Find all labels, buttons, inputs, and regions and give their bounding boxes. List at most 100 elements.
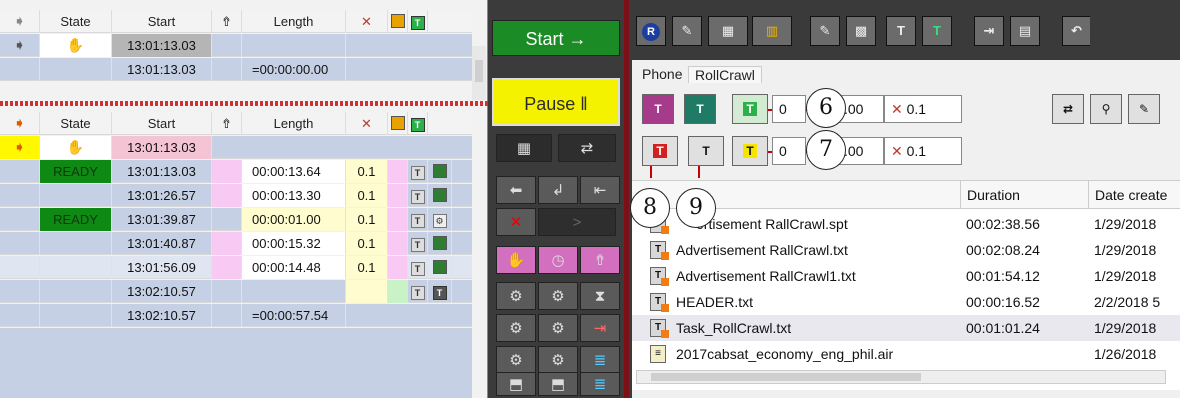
table-row[interactable]: 13:01:56.09 00:00:14.48 0.1 T: [0, 256, 472, 279]
state-header[interactable]: State: [40, 10, 112, 33]
tab-phone[interactable]: Phone: [642, 66, 682, 82]
table-row[interactable]: 13:02:10.57 T T: [0, 280, 472, 303]
return-icon[interactable]: ↲: [538, 176, 578, 204]
speed-field[interactable]: ✕ 0.1: [884, 137, 962, 165]
callout-7: 7: [806, 130, 846, 170]
crossfade-icon: ✕: [346, 10, 388, 33]
file-duration: 00:01:54.12: [966, 268, 1040, 284]
delete-icon[interactable]: ✕: [496, 208, 536, 236]
sequence-icon[interactable]: ≣: [580, 372, 620, 396]
tab-rollcrawl[interactable]: RollCrawl: [688, 66, 762, 83]
edit-page-icon[interactable]: ✎: [810, 16, 840, 46]
template-1-icon[interactable]: ⚙: [496, 282, 536, 310]
file-date: 1/26/2018: [1094, 346, 1157, 362]
duration-column-header[interactable]: Duration: [960, 181, 1020, 209]
clock-icon[interactable]: ◷: [538, 246, 578, 274]
start-cell: 13:01:39.87: [112, 208, 212, 231]
file-date: 1/29/2018: [1094, 216, 1157, 232]
template-2-icon[interactable]: ⚙: [538, 282, 578, 310]
text-toggle-icon[interactable]: T: [408, 280, 428, 303]
template-6-icon[interactable]: ⚙: [538, 346, 578, 374]
ticker-icon[interactable]: ▥: [752, 16, 792, 46]
crossfade-icon: ✕: [346, 112, 388, 135]
start-header[interactable]: Start: [112, 10, 212, 33]
table-row[interactable]: 13:01:13.03 =00:00:00.00: [0, 58, 472, 81]
skip-back-icon[interactable]: ⇤: [580, 176, 620, 204]
swap-button[interactable]: ⇄: [1052, 94, 1084, 124]
table-row[interactable]: READY 13:01:39.87 00:00:01.00 0.1 T ⚙: [0, 208, 472, 231]
graphics-1-icon[interactable]: ⬒: [496, 372, 536, 396]
state-header[interactable]: State: [40, 112, 112, 135]
text-file-icon: T: [650, 319, 669, 338]
text-layer-button[interactable]: T: [642, 94, 674, 124]
forward-icon[interactable]: >: [538, 208, 616, 236]
top-grid-scrollbar[interactable]: [472, 46, 486, 100]
edit-icon[interactable]: ✎: [672, 16, 702, 46]
speed-field[interactable]: ✕ 0.1: [884, 95, 962, 123]
start-cell: 13:01:13.03: [112, 34, 212, 57]
length-header[interactable]: Length: [242, 112, 346, 135]
date-column-header[interactable]: Date create: [1088, 181, 1180, 209]
file-name: Task_RollCrawl.txt: [676, 320, 792, 336]
filmstrip-icon[interactable]: ▦: [708, 16, 748, 46]
text-template-icon[interactable]: T: [922, 16, 952, 46]
exit-icon[interactable]: ⇥: [580, 314, 620, 342]
table-row[interactable]: 13:01:40.87 00:00:15.32 0.1 T: [0, 232, 472, 255]
table-row[interactable]: 13:01:26.57 00:00:13.30 0.1 T: [0, 184, 472, 207]
green-block-icon: [388, 10, 408, 33]
sequence-5-icon[interactable]: ≣: [580, 346, 620, 374]
pause-button[interactable]: Pause ‖: [492, 78, 620, 126]
film-strip-icon[interactable]: ▦: [496, 134, 552, 162]
clip-icon[interactable]: ▩: [846, 16, 876, 46]
text-page-icon[interactable]: T: [886, 16, 916, 46]
grid-splitter[interactable]: [0, 101, 488, 106]
table-row[interactable]: READY 13:01:13.03 00:00:13.64 0.1 T: [0, 160, 472, 183]
text-toggle-icon[interactable]: T: [408, 160, 428, 183]
stop-crawl-button[interactable]: T: [642, 136, 678, 166]
table-row[interactable]: 13:02:10.57 =00:00:57.54: [0, 304, 472, 327]
template-4-icon[interactable]: ⚙: [538, 314, 578, 342]
table-row[interactable]: ➧ ✋ 13:01:13.03: [0, 34, 472, 57]
template-5-icon[interactable]: ⚙: [496, 346, 536, 374]
text-toggle-icon[interactable]: T: [408, 184, 428, 207]
record-icon[interactable]: R: [636, 16, 666, 46]
pause-crawl-button[interactable]: T: [732, 136, 768, 166]
start-button[interactable]: Start →: [492, 20, 620, 56]
list-item[interactable]: T Task_RollCrawl.txt 00:01:01.24 1/29/20…: [632, 315, 1180, 341]
text-toggle-icon[interactable]: T: [408, 256, 428, 279]
start-header[interactable]: Start: [112, 112, 212, 135]
list-item[interactable]: T Advertisement RallCrawl1.txt 00:01:54.…: [632, 263, 1180, 289]
list-item[interactable]: T HEADER.txt 00:00:16.52 2/2/2018 5: [632, 289, 1180, 315]
hourglass-icon[interactable]: ⧗: [580, 282, 620, 310]
file-name: Advertisement RallCrawl.txt: [676, 242, 848, 258]
text-toggle-icon[interactable]: T: [408, 208, 428, 231]
export-icon[interactable]: ⇥: [974, 16, 1004, 46]
text-file-button[interactable]: T: [684, 94, 716, 124]
document-icon[interactable]: ▤: [1010, 16, 1040, 46]
template-3-icon[interactable]: ⚙: [496, 314, 536, 342]
text-toggle-icon[interactable]: T: [408, 232, 428, 255]
file-date: 1/29/2018: [1094, 320, 1157, 336]
file-list-scrollbar[interactable]: [636, 370, 1166, 384]
start-cell: 13:01:13.03: [112, 160, 212, 183]
position-field[interactable]: 0: [772, 137, 806, 165]
stop-file-button[interactable]: T: [688, 136, 724, 166]
list-item[interactable]: T Advertisement RallCrawl.txt 00:02:08.2…: [632, 237, 1180, 263]
swap-icon[interactable]: ⇄: [558, 134, 616, 162]
undo-icon[interactable]: ↶: [1062, 16, 1090, 46]
back-icon[interactable]: ⬅: [496, 176, 536, 204]
position-field[interactable]: 0: [772, 95, 806, 123]
file-duration: 00:01:01.24: [966, 320, 1040, 336]
graphics-2-icon[interactable]: ⬒: [538, 372, 578, 396]
callout-leader: [650, 166, 652, 178]
hand-icon[interactable]: ✋: [496, 246, 536, 274]
list-item[interactable]: ≡ 2017cabsat_economy_eng_phil.air 1/26/2…: [632, 341, 1180, 367]
start-crawl-button[interactable]: T: [732, 94, 768, 124]
length-header[interactable]: Length: [242, 10, 346, 33]
playlist-panel: ➧ State Start ⇮ Length ✕ T ➧ ✋ 13:01:13.…: [0, 0, 488, 398]
text-edit-button[interactable]: ✎: [1128, 94, 1160, 124]
search-button[interactable]: ⚲: [1090, 94, 1122, 124]
table-row[interactable]: ➧ ✋ 13:01:13.03: [0, 136, 472, 159]
up-arrow-icon[interactable]: ⇮: [580, 246, 620, 274]
speed-value: 0.1: [906, 143, 927, 159]
